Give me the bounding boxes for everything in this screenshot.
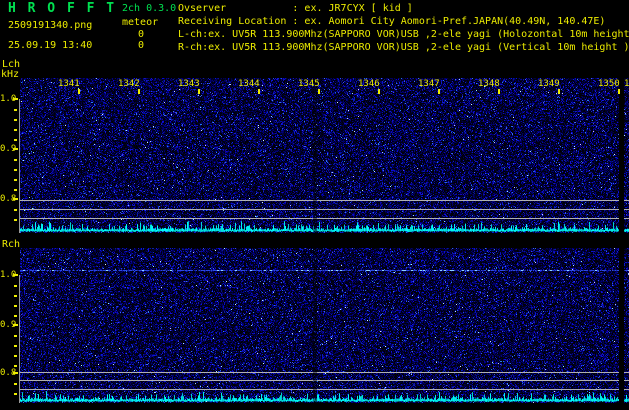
- freq-tick-label-rch: 0.8: [0, 368, 16, 378]
- meteor-count-lch: 0: [98, 29, 144, 40]
- rch-spectrogram: [20, 248, 629, 403]
- freq-minor-tick: [14, 365, 17, 367]
- freq-minor-tick: [14, 355, 17, 357]
- freq-major-tick: [13, 98, 18, 100]
- freq-tick-label-lch: 0.9: [0, 144, 16, 154]
- observer-line: Ovserver : ex. JR7CYX [ kid ]: [178, 2, 629, 15]
- freq-tick-label-rch: 0.9: [0, 320, 16, 330]
- freq-tick-label-lch: 1.0: [0, 94, 16, 104]
- khz-unit-label: kHz: [1, 69, 19, 80]
- lch-config-line: L-ch:ex. UV5R 113.900Mhz(SAPPORO VOR)USB…: [178, 28, 629, 41]
- rch-config-line: R-ch:ex. UV5R 113.900Mhz(SAPPORO VOR)USB…: [178, 41, 629, 54]
- rch-axis-line: [19, 275, 20, 403]
- freq-minor-tick: [14, 219, 17, 221]
- meteor-count-rch: 0: [98, 40, 144, 51]
- freq-major-tick: [13, 198, 18, 200]
- freq-minor-tick: [14, 169, 17, 171]
- location-line: Receiving Location : ex. Aomori City Aom…: [178, 15, 629, 28]
- timestamp: 25.09.19 13:40: [8, 40, 92, 51]
- lch-spectrogram: [20, 78, 629, 233]
- hrofft-window: H R O F F T 2ch 0.3.0 meteor 2509191340.…: [0, 0, 629, 410]
- freq-minor-tick: [14, 383, 17, 385]
- lch-axis-line: [19, 99, 20, 233]
- rch-panel-label: Rch: [2, 239, 20, 250]
- freq-minor-tick: [14, 335, 17, 337]
- freq-minor-tick: [14, 159, 17, 161]
- freq-minor-tick: [14, 285, 17, 287]
- freq-minor-tick: [14, 139, 17, 141]
- freq-major-tick: [13, 274, 18, 276]
- freq-minor-tick: [14, 179, 17, 181]
- freq-tick-label-lch: 0.8: [0, 194, 16, 204]
- freq-major-tick: [13, 324, 18, 326]
- output-filename: 2509191340.png: [8, 20, 92, 31]
- freq-minor-tick: [14, 119, 17, 121]
- app-version: 2ch 0.3.0: [122, 3, 176, 14]
- app-title: H R O F F T: [8, 2, 116, 16]
- freq-minor-tick: [14, 315, 17, 317]
- freq-minor-tick: [14, 295, 17, 297]
- station-info: Ovserver : ex. JR7CYX [ kid ] Receiving …: [178, 2, 629, 54]
- freq-major-tick: [13, 372, 18, 374]
- freq-tick-label-rch: 1.0: [0, 270, 16, 280]
- freq-minor-tick: [14, 345, 17, 347]
- freq-major-tick: [13, 148, 18, 150]
- freq-minor-tick: [14, 305, 17, 307]
- freq-minor-tick: [14, 129, 17, 131]
- mode-label: meteor: [122, 17, 158, 28]
- freq-minor-tick: [14, 109, 17, 111]
- freq-minor-tick: [14, 209, 17, 211]
- freq-minor-tick: [14, 393, 17, 395]
- freq-minor-tick: [14, 189, 17, 191]
